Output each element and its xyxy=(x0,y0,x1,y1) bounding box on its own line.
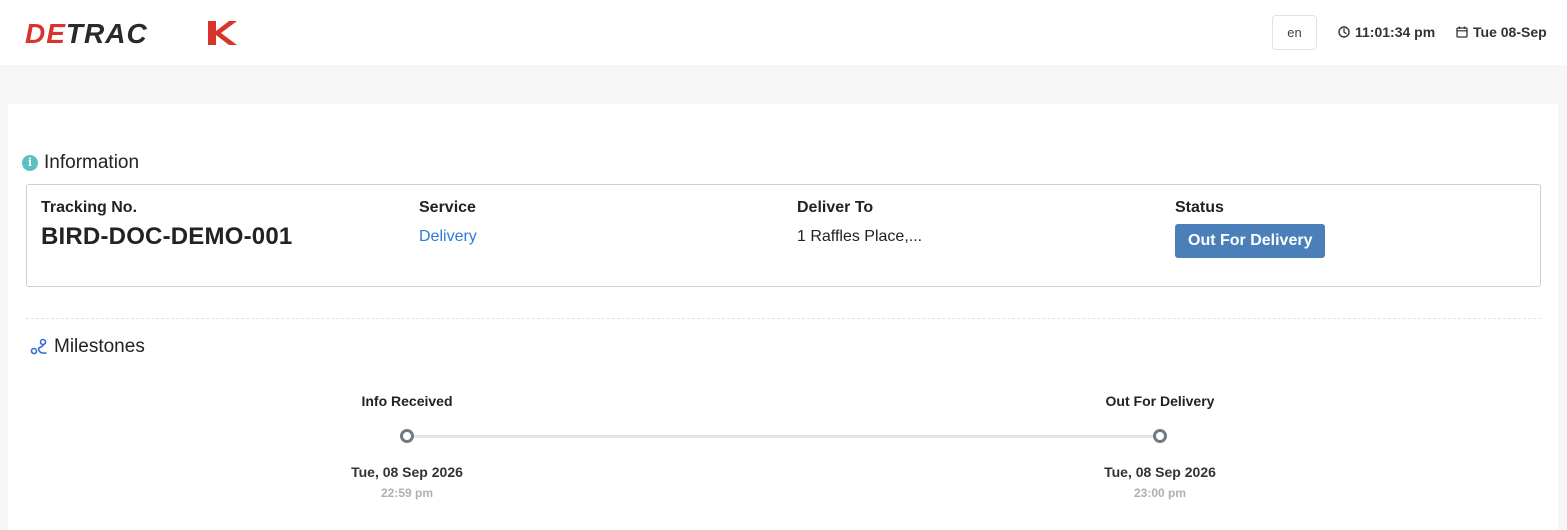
status-badge: Out For Delivery xyxy=(1175,224,1326,258)
calendar-icon xyxy=(1456,26,1468,38)
status-label: Status xyxy=(1175,199,1224,216)
milestone-time: 22:59 pm xyxy=(380,486,434,500)
section-divider xyxy=(26,318,1541,319)
deliver-to-address: 1 Raffles Place,... xyxy=(797,228,923,245)
milestone-date: Tue, 08 Sep 2026 xyxy=(1104,464,1216,480)
milestone-2-node xyxy=(1153,429,1167,443)
milestone-label: Out For Delivery xyxy=(1105,393,1215,409)
service-link[interactable]: Delivery xyxy=(419,228,477,246)
date-text: Tue 08-Sep xyxy=(1473,24,1547,40)
deliver-to-column: Deliver To 1 Raffles Place,... xyxy=(797,199,922,246)
milestones-header: Milestones xyxy=(30,336,145,358)
language-selector[interactable]: en xyxy=(1272,15,1317,50)
clock-icon xyxy=(1338,26,1350,38)
service-column: Service Delivery xyxy=(419,199,477,246)
status-column: Status Out For Delivery xyxy=(1175,199,1326,258)
route-icon xyxy=(30,338,47,355)
logo-text: DETRAC xyxy=(25,18,148,48)
milestone-date: Tue, 08 Sep 2026 xyxy=(351,464,463,480)
current-time: 11:01:34 pm xyxy=(1338,24,1435,40)
milestones-title: Milestones xyxy=(54,336,145,357)
information-title: Information xyxy=(44,152,140,173)
milestone-1-node xyxy=(400,429,414,443)
top-bar: DETRAC en 11:01:34 pm Tue 08-Sep xyxy=(0,0,1567,65)
milestone-2-label-block: Out For Delivery xyxy=(1060,393,1260,409)
tracking-column: Tracking No. BIRD-DOC-DEMO-001 xyxy=(41,199,292,251)
milestone-time: 23:00 pm xyxy=(1133,486,1187,500)
milestone-track-line xyxy=(414,435,1161,438)
milestone-1-label-block: Info Received xyxy=(307,393,507,409)
time-text: 11:01:34 pm xyxy=(1355,24,1436,40)
milestone-2-datetime: Tue, 08 Sep 2026 23:00 pm xyxy=(1060,464,1260,500)
milestone-1-datetime: Tue, 08 Sep 2026 22:59 pm xyxy=(307,464,507,500)
detrack-logo[interactable]: DETRAC xyxy=(25,18,237,48)
information-header: i Information xyxy=(22,152,139,174)
tracking-card: i Information Tracking No. BIRD-DOC-DEMO… xyxy=(8,104,1558,530)
information-box: Tracking No. BIRD-DOC-DEMO-001 Service D… xyxy=(26,184,1541,287)
milestone-label: Info Received xyxy=(361,393,453,409)
tracking-label: Tracking No. xyxy=(41,199,138,216)
deliver-to-label: Deliver To xyxy=(797,199,874,216)
current-date: Tue 08-Sep xyxy=(1456,24,1547,40)
tracking-number: BIRD-DOC-DEMO-001 xyxy=(41,223,293,250)
service-label: Service xyxy=(419,199,476,216)
info-icon: i xyxy=(22,155,38,171)
